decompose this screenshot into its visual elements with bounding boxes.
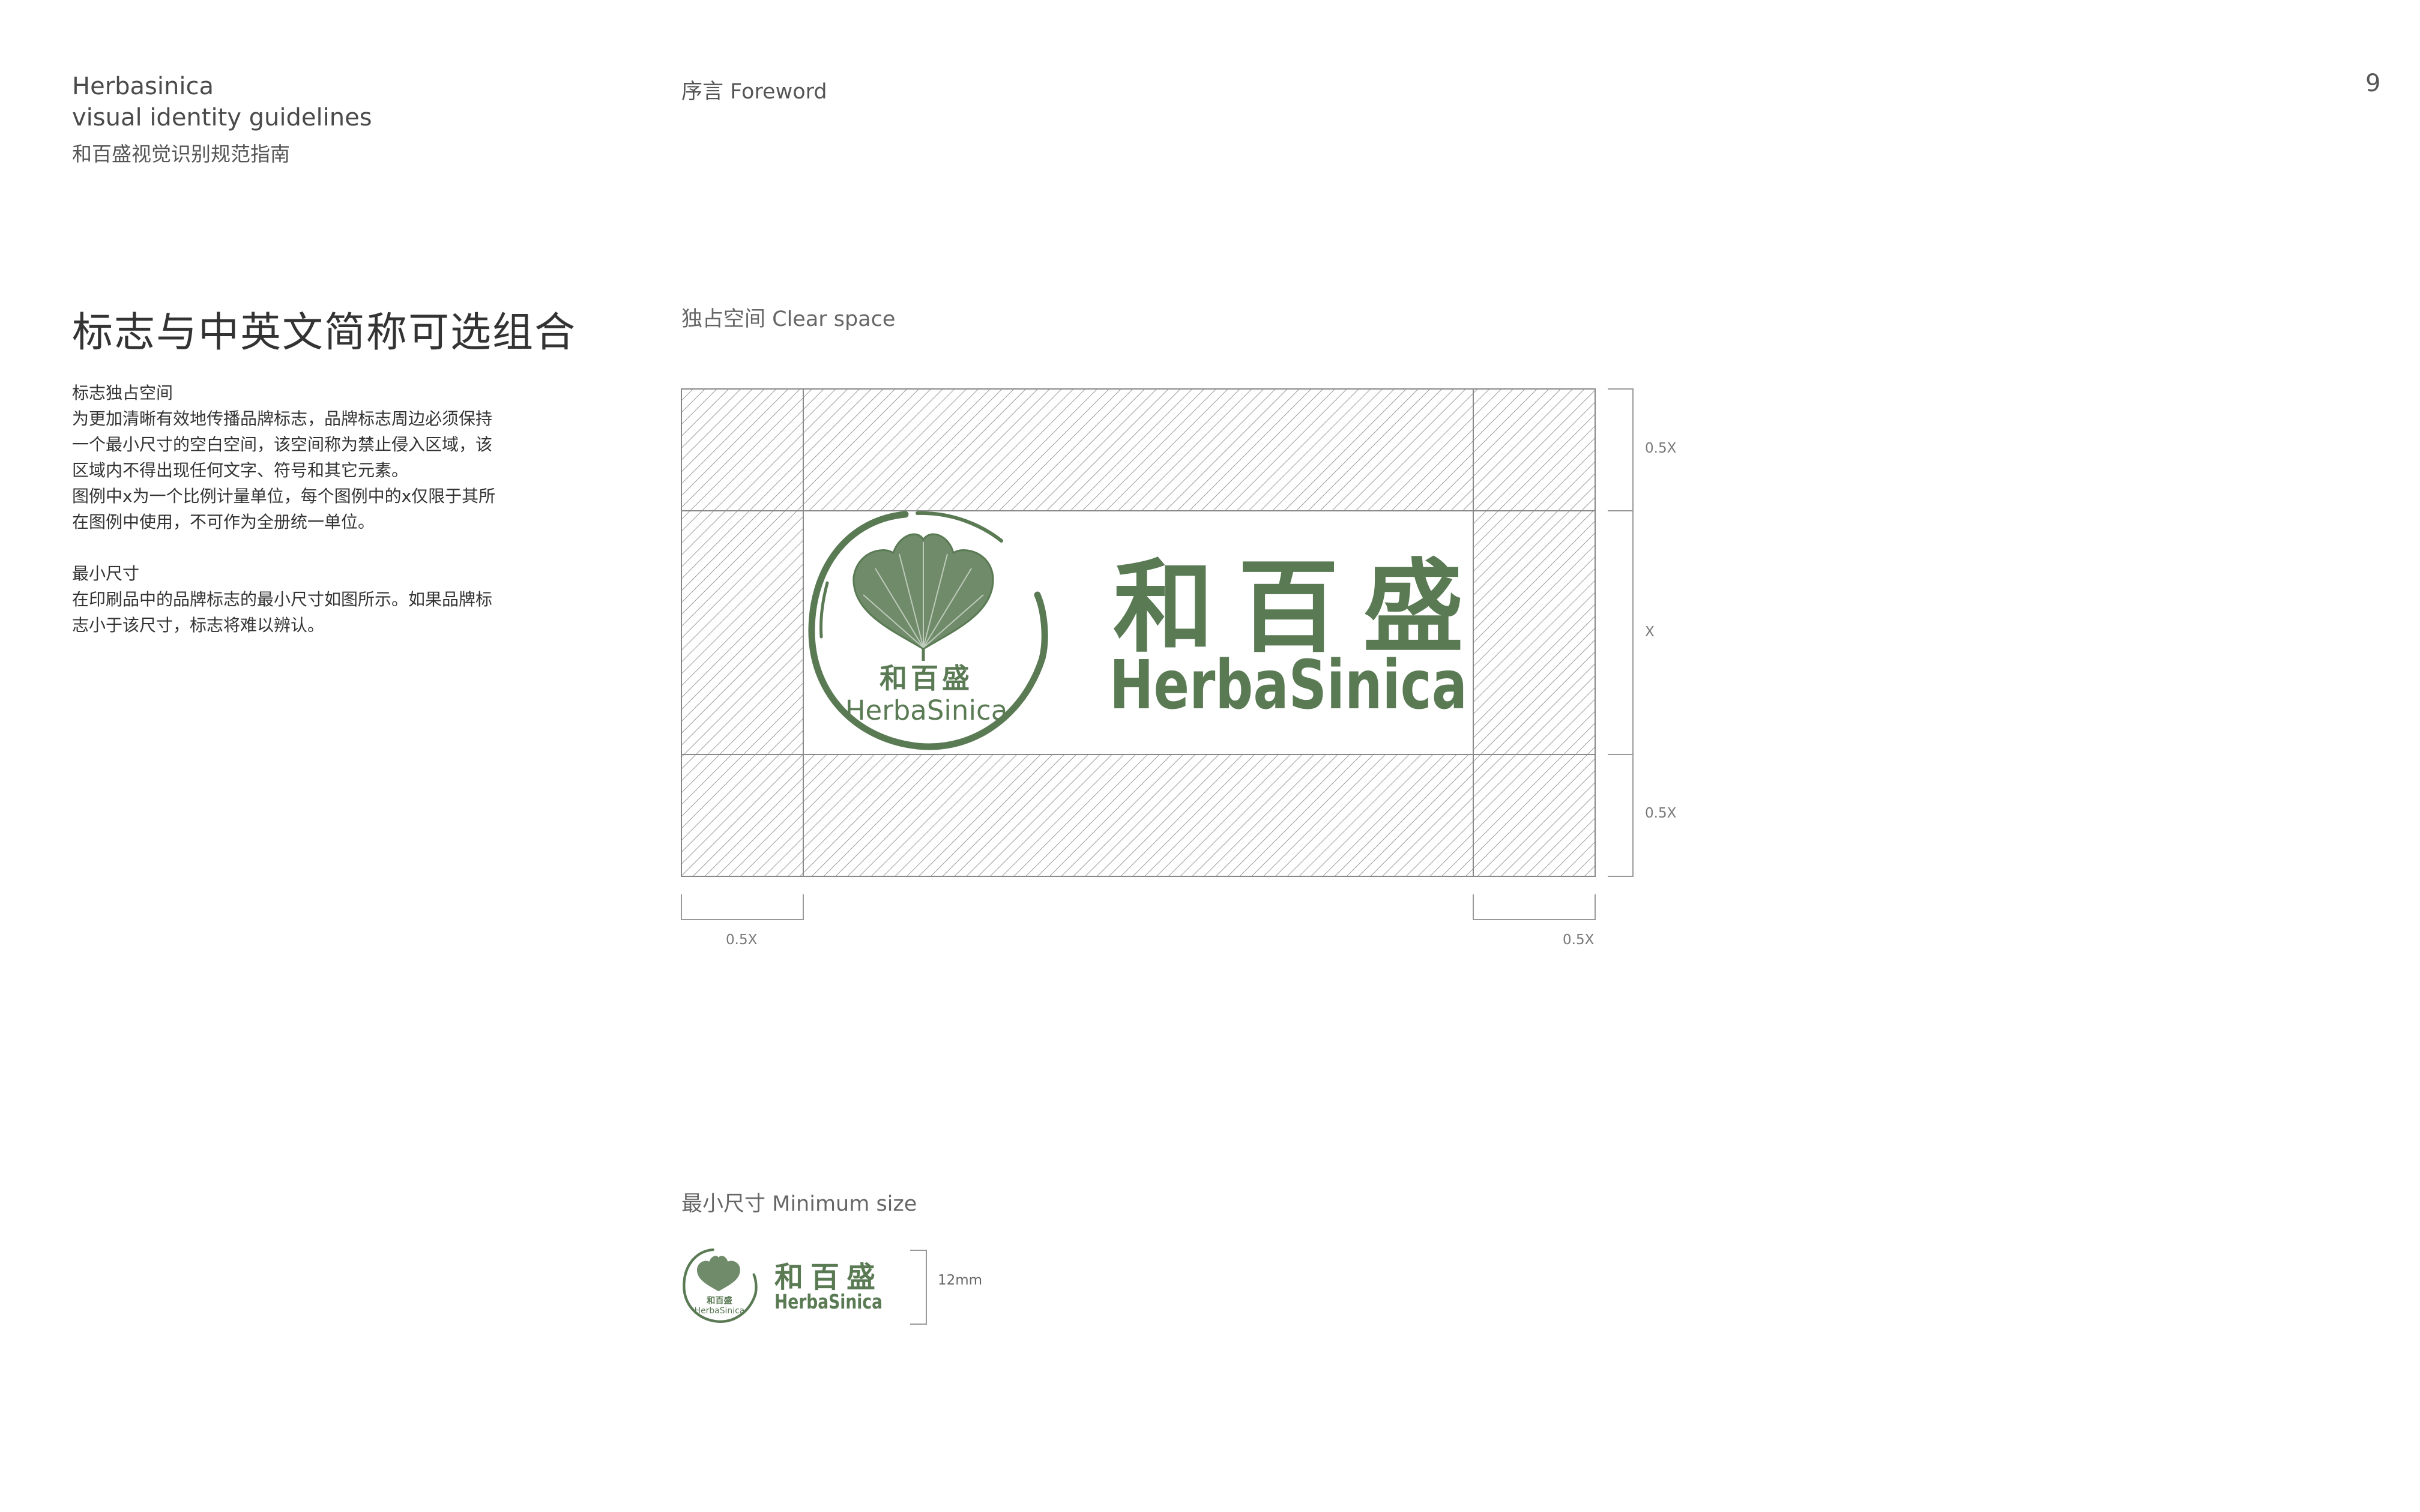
horizontal-dimension-brackets [681, 894, 1596, 920]
clear-space-diagram [681, 388, 1634, 1325]
min-size-emblem: 和百盛 HerbaSinica [683, 1248, 758, 1323]
vertical-dimension-brackets [1608, 388, 1634, 877]
dimension-top-label: 0.5X [1645, 441, 1677, 456]
min-size-label: 最小尺寸 Minimum size [681, 1192, 917, 1216]
min-wordmark-cn-name: 和百盛 [774, 1261, 883, 1294]
min-size-wordmark: 和百盛 HerbaSinica [774, 1261, 883, 1313]
emblem-en-name: HerbaSinica [845, 694, 1008, 726]
min-size-dimension: 12mm [938, 1273, 983, 1288]
min-emblem-cn-name: 和百盛 [707, 1295, 732, 1306]
dimension-middle-label: X [1645, 624, 1655, 640]
dimension-left-label: 0.5X [726, 932, 758, 948]
logo-emblem: 和百盛 HerbaSinica [808, 511, 1048, 750]
dimension-right-label: 0.5X [1563, 932, 1595, 948]
dimension-bottom-label: 0.5X [1645, 806, 1677, 821]
min-emblem-en-name: HerbaSinica [695, 1306, 745, 1316]
wordmark-en-name: HerbaSinica [1109, 646, 1467, 724]
emblem-cn-name: 和百盛 [880, 662, 973, 694]
min-size-bracket [910, 1250, 927, 1325]
logo-wordmark: 和百盛 HerbaSinica [1109, 547, 1467, 724]
min-wordmark-en-name: HerbaSinica [774, 1290, 883, 1313]
